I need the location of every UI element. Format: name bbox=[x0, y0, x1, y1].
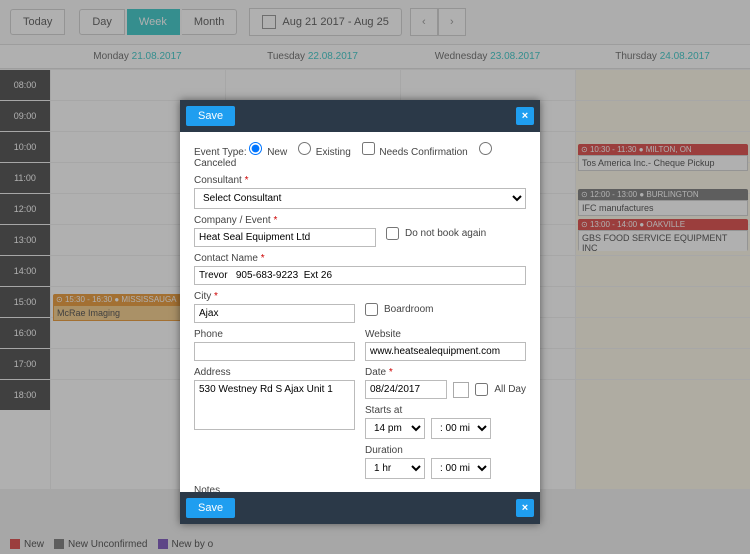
radio-new[interactable] bbox=[249, 142, 262, 155]
notes-label: Notes bbox=[194, 485, 526, 492]
close-icon: × bbox=[522, 110, 528, 122]
consultant-select[interactable]: Select Consultant bbox=[194, 188, 526, 209]
consultant-label: Consultant * bbox=[194, 175, 526, 186]
website-input[interactable] bbox=[365, 342, 526, 361]
event-type-group: Event Type: New Existing Needs Confirmat… bbox=[194, 142, 526, 169]
date-label: Date * bbox=[365, 367, 526, 378]
et-existing[interactable]: Existing bbox=[298, 147, 351, 158]
boardroom-check[interactable]: Boardroom bbox=[365, 303, 433, 316]
close-icon: × bbox=[522, 502, 528, 514]
starts-min[interactable]: : 00 min bbox=[431, 418, 491, 439]
address-input[interactable]: 530 Westney Rd S Ajax Unit 1 bbox=[194, 380, 355, 430]
radio-existing[interactable] bbox=[298, 142, 311, 155]
contact-label: Contact Name * bbox=[194, 253, 526, 264]
company-label: Company / Event * bbox=[194, 215, 376, 226]
city-input[interactable] bbox=[194, 304, 355, 323]
save-button[interactable]: Save bbox=[186, 106, 235, 126]
close-button-bottom[interactable]: × bbox=[516, 499, 534, 517]
phone-input[interactable] bbox=[194, 342, 355, 361]
radio-cancel[interactable] bbox=[479, 142, 492, 155]
event-type-label: Event Type: bbox=[194, 147, 247, 158]
duration-hour[interactable]: 1 hr bbox=[365, 458, 425, 479]
modal-footer: Save × bbox=[180, 492, 540, 524]
duration-min[interactable]: : 00 min bbox=[431, 458, 491, 479]
website-label: Website bbox=[365, 329, 526, 340]
modal-body: Event Type: New Existing Needs Confirmat… bbox=[180, 132, 540, 492]
close-button[interactable]: × bbox=[516, 107, 534, 125]
calendar-icon[interactable] bbox=[453, 382, 469, 398]
et-needs[interactable]: Needs Confirmation bbox=[362, 147, 468, 158]
starts-hour[interactable]: 14 pm bbox=[365, 418, 425, 439]
contact-input[interactable] bbox=[194, 266, 526, 285]
check-needs[interactable] bbox=[362, 142, 375, 155]
date-input[interactable] bbox=[365, 380, 447, 399]
duration-label: Duration bbox=[365, 445, 526, 456]
phone-label: Phone bbox=[194, 329, 355, 340]
event-modal: Save × Event Type: New Existing Needs Co… bbox=[180, 100, 540, 524]
modal-header: Save × bbox=[180, 100, 540, 132]
company-input[interactable] bbox=[194, 228, 376, 247]
dnb-check[interactable]: Do not book again bbox=[386, 227, 486, 240]
starts-label: Starts at bbox=[365, 405, 526, 416]
address-label: Address bbox=[194, 367, 355, 378]
save-button-bottom[interactable]: Save bbox=[186, 498, 235, 518]
et-new[interactable]: New bbox=[249, 147, 287, 158]
allday-check[interactable]: All Day bbox=[475, 383, 526, 396]
city-label: City * bbox=[194, 291, 355, 302]
